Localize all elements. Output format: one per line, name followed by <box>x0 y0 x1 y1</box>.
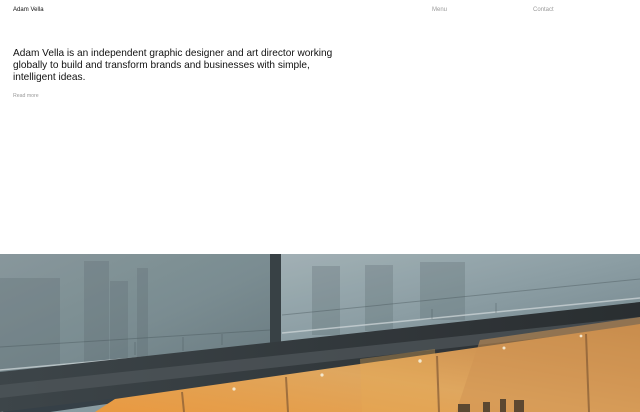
brand-link[interactable]: Adam Vella <box>13 6 44 14</box>
contact-link[interactable]: Contact <box>533 6 554 14</box>
hero-photo <box>0 254 640 412</box>
page: Adam Vella Menu Contact Adam Vella is an… <box>0 0 640 412</box>
hero-image <box>0 254 640 412</box>
read-more-link[interactable]: Read more <box>13 93 39 100</box>
menu-link[interactable]: Menu <box>432 6 447 14</box>
site-header: Adam Vella Menu Contact <box>0 0 640 22</box>
intro-section: Adam Vella is an independent graphic des… <box>13 48 333 102</box>
intro-text: Adam Vella is an independent graphic des… <box>13 48 333 83</box>
